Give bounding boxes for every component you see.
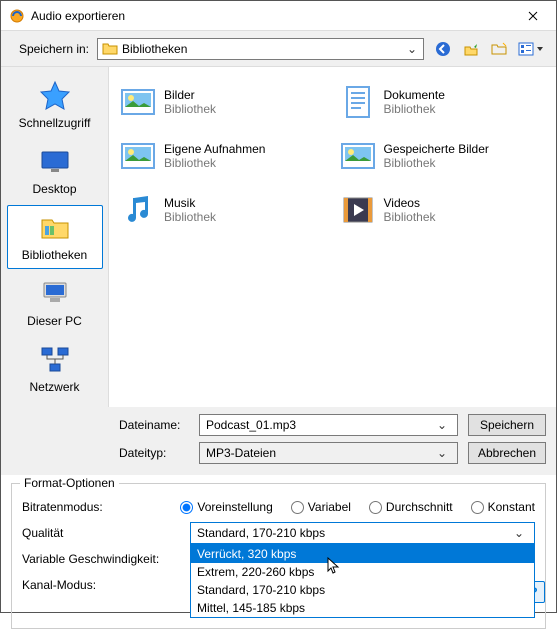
window-title: Audio exportieren	[31, 9, 510, 23]
network-icon	[39, 344, 71, 376]
lib-sub: Bibliothek	[164, 102, 216, 116]
place-label: Desktop	[10, 182, 100, 196]
filetype-combo[interactable]: MP3-Dateien ⌄	[199, 442, 458, 464]
music-icon	[120, 192, 156, 228]
bitrate-preset-radio[interactable]: Voreinstellung	[180, 500, 272, 514]
bitrate-constant-radio[interactable]: Konstant	[471, 500, 535, 514]
channel-mode-label: Kanal-Modus:	[22, 578, 190, 592]
documents-icon	[340, 84, 376, 120]
app-icon	[9, 8, 25, 24]
place-thispc[interactable]: Dieser PC	[7, 271, 103, 335]
save-in-label: Speichern in:	[11, 42, 97, 56]
lib-name: Eigene Aufnahmen	[164, 142, 265, 156]
place-quickaccess[interactable]: Schnellzugriff	[7, 73, 103, 137]
place-label: Netzwerk	[10, 380, 100, 394]
lib-item-music[interactable]: MusikBibliothek	[117, 185, 329, 235]
lib-sub: Bibliothek	[164, 210, 216, 224]
quality-label: Qualität	[22, 526, 190, 540]
quality-combo[interactable]: Standard, 170-210 kbps ⌄ Verrückt, 320 k…	[190, 522, 535, 544]
lib-item-saved-pictures[interactable]: Gespeicherte BilderBibliothek	[337, 131, 549, 181]
quality-option[interactable]: Standard, 170-210 kbps	[191, 581, 534, 599]
pictures-icon	[340, 138, 376, 174]
lib-name: Musik	[164, 196, 216, 210]
quality-dropdown-list: Verrückt, 320 kbps Extrem, 220-260 kbps …	[190, 544, 535, 618]
place-label: Dieser PC	[10, 314, 100, 328]
place-libraries[interactable]: Bibliotheken	[7, 205, 103, 269]
chevron-down-icon: ⌄	[437, 418, 451, 432]
chevron-down-icon: ⌄	[514, 526, 528, 540]
lib-name: Bilder	[164, 88, 216, 102]
vbr-speed-label: Variable Geschwindigkeit:	[22, 552, 190, 566]
videos-icon	[340, 192, 376, 228]
cancel-button[interactable]: Abbrechen	[468, 442, 546, 464]
lib-sub: Bibliothek	[384, 102, 445, 116]
save-in-value: Bibliotheken	[122, 42, 405, 56]
format-legend: Format-Optionen	[20, 476, 119, 490]
lib-name: Videos	[384, 196, 436, 210]
lib-name: Dokumente	[384, 88, 445, 102]
folder-icon	[102, 41, 118, 57]
quality-value: Standard, 170-210 kbps	[197, 526, 514, 540]
star-icon	[39, 80, 71, 112]
filename-input[interactable]: Podcast_01.mp3 ⌄	[199, 414, 458, 436]
view-menu-button[interactable]	[516, 38, 546, 60]
chevron-down-icon: ⌄	[437, 446, 451, 460]
desktop-icon	[39, 146, 71, 178]
pictures-icon	[120, 138, 156, 174]
pictures-icon	[120, 84, 156, 120]
filename-label: Dateiname:	[119, 418, 199, 432]
close-button[interactable]	[510, 1, 556, 31]
save-button[interactable]: Speichern	[468, 414, 546, 436]
lib-item-documents[interactable]: DokumenteBibliothek	[337, 77, 549, 127]
quality-option[interactable]: Verrückt, 320 kbps	[191, 545, 534, 563]
bitrate-average-radio[interactable]: Durchschnitt	[369, 500, 453, 514]
lib-sub: Bibliothek	[164, 156, 265, 170]
libraries-icon	[39, 212, 71, 244]
chevron-down-icon: ⌄	[405, 42, 419, 56]
pc-icon	[39, 278, 71, 310]
back-button[interactable]	[432, 38, 454, 60]
bitrate-mode-label: Bitratenmodus:	[22, 500, 180, 514]
up-button[interactable]	[460, 38, 482, 60]
place-network[interactable]: Netzwerk	[7, 337, 103, 401]
place-label: Bibliotheken	[10, 248, 100, 262]
quality-option[interactable]: Mittel, 145-185 kbps	[191, 599, 534, 617]
lib-item-camera-roll[interactable]: Eigene AufnahmenBibliothek	[117, 131, 329, 181]
bitrate-variable-radio[interactable]: Variabel	[291, 500, 351, 514]
save-in-combo[interactable]: Bibliotheken ⌄	[97, 38, 424, 60]
place-desktop[interactable]: Desktop	[7, 139, 103, 203]
lib-item-pictures[interactable]: BilderBibliothek	[117, 77, 329, 127]
place-label: Schnellzugriff	[10, 116, 100, 130]
new-folder-button[interactable]	[488, 38, 510, 60]
quality-option[interactable]: Extrem, 220-260 kbps	[191, 563, 534, 581]
lib-name: Gespeicherte Bilder	[384, 142, 489, 156]
filename-value: Podcast_01.mp3	[206, 418, 437, 432]
filetype-label: Dateityp:	[119, 446, 199, 460]
lib-sub: Bibliothek	[384, 156, 489, 170]
lib-sub: Bibliothek	[384, 210, 436, 224]
lib-item-videos[interactable]: VideosBibliothek	[337, 185, 549, 235]
filetype-value: MP3-Dateien	[206, 446, 437, 460]
